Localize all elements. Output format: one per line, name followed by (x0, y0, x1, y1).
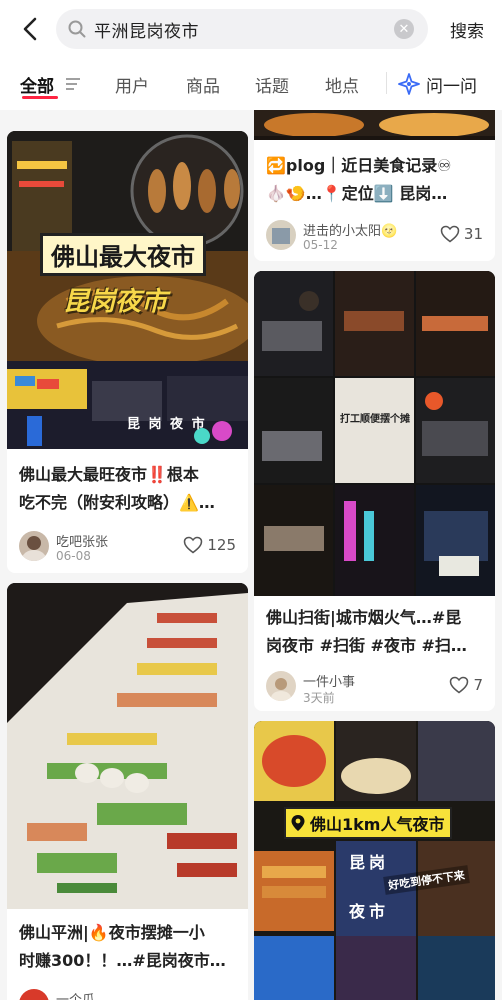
tab-users[interactable]: 用户 (115, 72, 149, 97)
note-card[interactable]: 🔁plog｜近日美食记录♾ 🧄🍤…📍定位⬇️ 昆岗… 进击的小太阳🌝 05-12… (254, 110, 495, 261)
cover-sign-text: 昆 岗 夜 市 (127, 417, 207, 432)
top-bar: 平洲昆岗夜市 ✕ 搜索 (0, 0, 502, 60)
card-title-line-2: 吃不完（附安利攻略）⚠️… (19, 493, 215, 512)
search-query[interactable]: 平洲昆岗夜市 (94, 17, 199, 42)
note-card[interactable]: 佛山最大夜市 昆岗夜市 昆 岗 夜 市 佛山最大最旺夜市‼️根本 吃不完（附安利… (7, 131, 248, 573)
author-name[interactable]: 进击的小太阳🌝 (303, 220, 397, 239)
cover-headline: 佛山1km人气夜市 (310, 815, 445, 834)
avatar[interactable] (266, 671, 296, 701)
heart-icon (450, 676, 469, 694)
card-title-line-2: 时赚300！！…#昆岗夜市… (19, 951, 226, 970)
back-arrow-icon (23, 17, 37, 41)
tab-topics[interactable]: 话题 (255, 72, 289, 97)
search-button[interactable]: 搜索 (450, 17, 484, 42)
avatar[interactable] (266, 220, 296, 250)
food-photo (254, 110, 495, 140)
search-input[interactable]: 平洲昆岗夜市 ✕ (56, 9, 428, 49)
avatar[interactable] (19, 531, 49, 561)
cover-sign-bottom: 夜市 (349, 902, 390, 921)
clear-icon[interactable]: ✕ (394, 19, 414, 39)
tab-divider (386, 72, 387, 94)
like-button[interactable]: 31 (440, 225, 483, 243)
author-name[interactable]: 吃吧张张 (56, 531, 108, 550)
cover-sign-top: 昆岗 (349, 853, 390, 872)
card-title-line-2: 🧄🍤…📍定位⬇️ 昆岗… (266, 184, 448, 203)
like-count: 125 (207, 536, 236, 554)
note-card[interactable]: 佛山1km人气夜市 昆岗 夜市 好吃到停不下来 (254, 721, 495, 1000)
card-cover-image[interactable]: 佛山1km人气夜市 昆岗 夜市 好吃到停不下来 (254, 721, 495, 1000)
card-title-line-2: 岗夜市 #扫街 #夜市 #扫… (266, 636, 467, 655)
note-card[interactable]: 佛山平洲|🔥夜市摆摊一小 时赚300！！…#昆岗夜市… 一个瓜 (7, 583, 248, 1000)
card-cover-image[interactable] (7, 583, 248, 909)
skewer-stall-photo (7, 583, 248, 909)
card-title-line-1: 🔁plog｜近日美食记录♾ (266, 156, 452, 175)
street-collage-photo (254, 271, 495, 596)
like-button[interactable]: 7 (449, 676, 483, 694)
heart-icon (440, 225, 460, 243)
card-cover-image[interactable] (254, 110, 495, 140)
card-cover-image[interactable]: 佛山最大夜市 昆岗夜市 昆 岗 夜 市 (7, 131, 248, 449)
tab-products[interactable]: 商品 (186, 72, 220, 97)
stall-sign-text: 打工顺便摆个摊 (340, 414, 410, 425)
card-title-line-1: 佛山最大最旺夜市‼️根本 (19, 465, 199, 484)
author-name[interactable]: 一件小事 (303, 671, 355, 690)
location-pin-icon (291, 815, 305, 831)
card-title-line-1: 佛山扫街|城市烟火气…#昆 (266, 608, 462, 627)
like-button[interactable]: 125 (183, 536, 236, 554)
back-button[interactable] (14, 12, 46, 46)
tab-ask[interactable]: 问一问 (426, 72, 477, 97)
card-title-line-1: 佛山平洲|🔥夜市摆摊一小 (19, 923, 205, 942)
tab-places[interactable]: 地点 (325, 72, 359, 97)
note-card[interactable]: 打工顺便摆个摊 佛山扫街|城市烟火气…#昆 岗夜市 #扫街 #夜市 #扫… 一件… (254, 271, 495, 711)
search-icon (68, 20, 86, 38)
avatar[interactable] (19, 989, 49, 1000)
filter-icon[interactable] (65, 77, 81, 91)
like-count: 31 (463, 225, 483, 243)
cover-headline-tag: 佛山1km人气夜市 (284, 807, 453, 839)
post-date: 06-08 (56, 549, 91, 563)
active-tab-indicator (22, 96, 58, 99)
author-name[interactable]: 一个瓜 (56, 989, 95, 1000)
tab-all[interactable]: 全部 (20, 72, 54, 97)
card-cover-image[interactable]: 打工顺便摆个摊 (254, 271, 495, 596)
heart-icon (184, 536, 203, 554)
like-count: 7 (473, 676, 483, 694)
post-date: 3天前 (303, 691, 335, 705)
cover-subheadline: 昆岗夜市 (63, 287, 168, 317)
post-date: 05-12 (303, 238, 338, 252)
search-results-feed: 佛山最大夜市 昆岗夜市 昆 岗 夜 市 佛山最大最旺夜市‼️根本 吃不完（附安利… (0, 110, 502, 1000)
cover-headline: 佛山最大夜市 (40, 233, 206, 276)
ask-sparkle-icon[interactable] (398, 73, 420, 95)
